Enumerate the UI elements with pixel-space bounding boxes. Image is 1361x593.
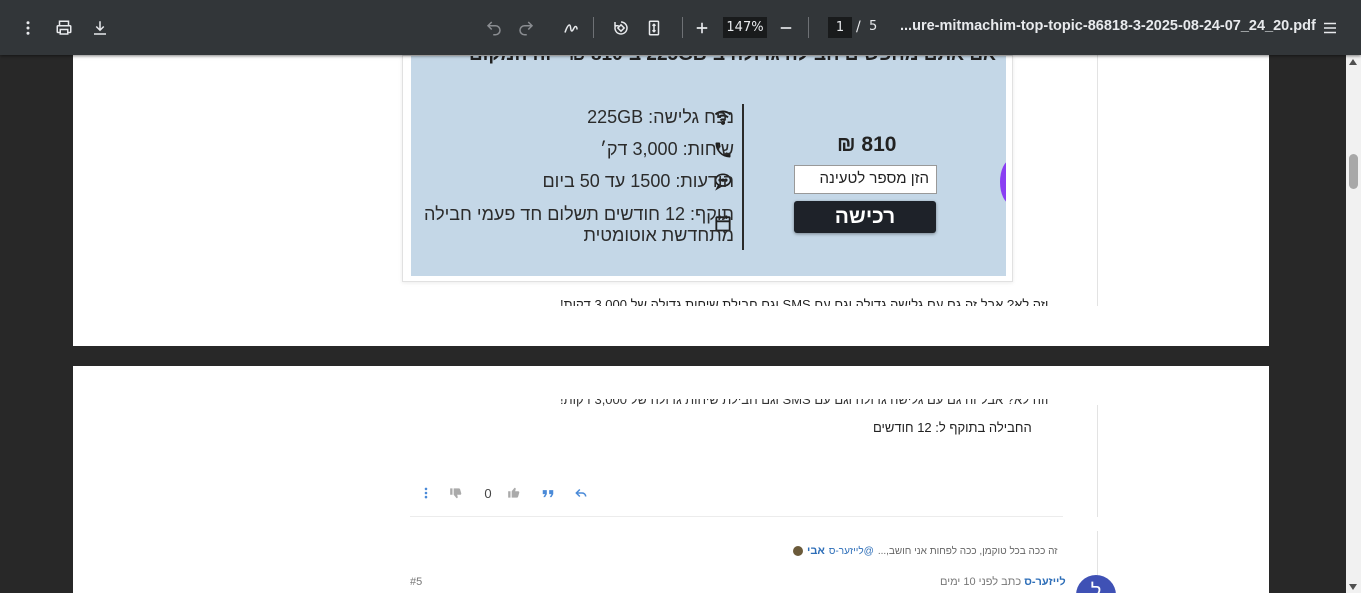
post-index[interactable]: #5 xyxy=(410,576,422,588)
document-title: ...ure-mitmachim-top-topic-86818-3-2025-… xyxy=(900,18,1316,34)
post-menu-icon[interactable] xyxy=(419,483,433,503)
redo-icon xyxy=(519,21,534,36)
thread-line xyxy=(1097,405,1098,517)
fit-page-icon xyxy=(648,20,660,36)
toolbar-divider xyxy=(593,17,594,38)
toolbar-divider xyxy=(808,17,809,38)
post-text-cut: וזה לא? אבל זה גם עם גלישה גדולה וגם עם … xyxy=(560,298,1049,306)
post-divider xyxy=(410,516,1063,517)
zoom-out-button[interactable] xyxy=(770,12,802,44)
scroll-up-icon[interactable] xyxy=(1349,59,1357,65)
reply-preview[interactable]: זה ככה בכל טוקמן, ככה לפחות אני חושב,...… xyxy=(793,545,1058,557)
reply-mention[interactable]: @לייזער-ס xyxy=(829,546,874,557)
scrollbar-thumb[interactable] xyxy=(1349,154,1358,189)
reply-icon[interactable] xyxy=(573,483,589,503)
vertical-scrollbar[interactable] xyxy=(1346,55,1361,593)
minus-icon xyxy=(780,27,792,29)
feature-calls: שיחות: 3,000 דק׳ xyxy=(600,139,734,159)
toolbar-divider xyxy=(682,17,683,38)
rotate-button[interactable] xyxy=(605,12,637,44)
vote-count: 0 xyxy=(484,485,492,501)
phone-number-input[interactable]: הזן מספר לטעינה xyxy=(794,165,937,194)
undo-button[interactable] xyxy=(478,12,510,44)
download-button[interactable] xyxy=(84,12,116,44)
feature-validity-line2: מתחדשת אוטומטית xyxy=(583,225,734,245)
promo-banner: אם אתם מחפשים חבילה גדולה ב-225GB ב-810 … xyxy=(411,56,1006,276)
draw-icon xyxy=(564,24,578,33)
purchase-button[interactable]: רכישה xyxy=(794,201,936,233)
rotate-icon xyxy=(614,21,628,35)
fit-page-button[interactable] xyxy=(638,12,670,44)
pdf-toolbar: 147% 1 / 5 ...ure-mitmachim-top-topic-86… xyxy=(0,0,1361,55)
page-total: 5 xyxy=(869,19,878,34)
downvote-icon[interactable] xyxy=(447,483,465,503)
promo-header: אם אתם מחפשים חבילה גדולה ב-225GB ב-810 … xyxy=(469,56,996,66)
post-text-cut-content: וזה לא? אבל זה גם עם גלישה גדולה וגם עם … xyxy=(560,399,1049,407)
post-text-cut: וזה לא? אבל זה גם עם גלישה גדולה וגם עם … xyxy=(560,399,1048,411)
post-validity-text: החבילה בתוקף ל: 12 חודשים xyxy=(873,420,1032,435)
menu-icon xyxy=(1324,22,1336,34)
post-time[interactable]: כתב לפני 10 ימים xyxy=(940,576,1021,588)
reply-avatar xyxy=(793,546,803,556)
price-label: 810 ₪ xyxy=(837,133,897,156)
redo-button[interactable] xyxy=(510,12,542,44)
decorative-shape xyxy=(1000,160,1006,204)
zoom-level-input[interactable]: 147% xyxy=(723,17,767,38)
pdf-page-2: וזה לא? אבל זה גם עם גלישה גדולה וגם עם … xyxy=(73,366,1269,593)
post-author[interactable]: לייזער-ס xyxy=(1024,576,1065,588)
post-meta: לייזער-ס כתב לפני 10 ימים xyxy=(940,576,1066,588)
reply-text: זה ככה בכל טוקמן, ככה לפחות אני חושב,... xyxy=(877,545,1058,557)
promo-card: אם אתם מחפשים חבילה גדולה ב-225GB ב-810 … xyxy=(402,55,1013,282)
page-number-input[interactable]: 1 xyxy=(828,17,852,38)
more-actions-button[interactable] xyxy=(12,12,44,44)
undo-icon xyxy=(486,21,501,36)
feature-data: נפח גלישה: 225GB xyxy=(587,107,734,127)
plus-icon xyxy=(696,22,708,34)
reply-username[interactable]: אבי xyxy=(807,545,825,557)
thread-line xyxy=(1097,55,1098,306)
annotate-button[interactable] xyxy=(555,12,587,44)
feature-validity-line1: תוקף: 12 חודשים תשלום חד פעמי חבילה xyxy=(424,204,734,224)
zoom-in-button[interactable] xyxy=(686,12,718,44)
avatar[interactable]: ל xyxy=(1076,575,1116,593)
more-vertical-icon xyxy=(26,21,30,35)
quote-icon[interactable] xyxy=(541,483,555,503)
outline-button[interactable] xyxy=(1314,12,1346,44)
feature-sms: הודעות: 1500 עד 50 ביום xyxy=(542,171,734,191)
upvote-icon[interactable] xyxy=(505,483,523,503)
promo-divider xyxy=(742,104,744,250)
download-icon xyxy=(94,21,106,35)
pdf-page-1: אם אתם מחפשים חבילה גדולה ב-225GB ב-810 … xyxy=(73,55,1269,346)
print-icon xyxy=(56,20,72,35)
page-separator: / xyxy=(856,19,861,35)
print-button[interactable] xyxy=(48,12,80,44)
scroll-down-icon[interactable] xyxy=(1349,584,1357,590)
